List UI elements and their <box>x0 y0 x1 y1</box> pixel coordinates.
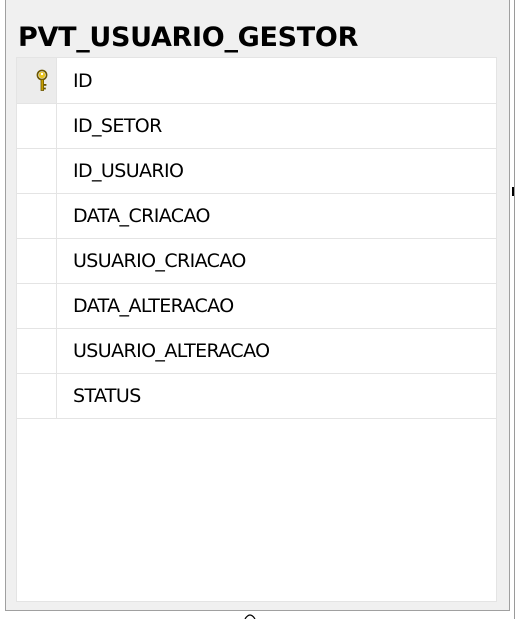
row-selector[interactable] <box>17 149 57 193</box>
column-row-usuario-alteracao[interactable]: USUARIO_ALTERACAO <box>17 329 496 374</box>
column-row-id-usuario[interactable]: ID_USUARIO <box>17 149 496 194</box>
column-name: STATUS <box>73 385 141 407</box>
row-selector[interactable] <box>17 374 57 418</box>
row-selector[interactable] <box>17 239 57 283</box>
column-name: USUARIO_CRIACAO <box>73 250 246 272</box>
row-selector[interactable] <box>17 329 57 373</box>
column-name: DATA_ALTERACAO <box>73 295 234 317</box>
column-row-status[interactable]: STATUS <box>17 374 496 419</box>
entity-bottom-border <box>5 610 510 611</box>
column-name: ID <box>73 69 93 92</box>
table-title: PVT_USUARIO_GESTOR <box>18 22 359 53</box>
row-selector[interactable] <box>17 58 57 103</box>
column-row-id-setor[interactable]: ID_SETOR <box>17 104 496 149</box>
column-name: ID_USUARIO <box>73 160 184 182</box>
column-row-usuario-criacao[interactable]: USUARIO_CRIACAO <box>17 239 496 284</box>
column-grid[interactable]: ID ID_SETOR ID_USUARIO DATA_CRIACAO USUA… <box>16 57 497 602</box>
relationship-endpoint-icon[interactable] <box>244 612 256 619</box>
relationship-connector[interactable] <box>512 187 514 196</box>
row-selector[interactable] <box>17 284 57 328</box>
column-name: DATA_CRIACAO <box>73 205 210 227</box>
column-list: ID ID_SETOR ID_USUARIO DATA_CRIACAO USUA… <box>17 58 496 419</box>
relationship-line[interactable] <box>514 0 515 619</box>
column-name: ID_SETOR <box>73 115 162 137</box>
key-icon <box>36 69 48 91</box>
column-row-data-criacao[interactable]: DATA_CRIACAO <box>17 194 496 239</box>
column-row-data-alteracao[interactable]: DATA_ALTERACAO <box>17 284 496 329</box>
diagram-canvas[interactable]: PVT_USUARIO_GESTOR ID ID_SETOR ID_USUARI… <box>0 0 518 619</box>
row-selector[interactable] <box>17 104 57 148</box>
row-selector[interactable] <box>17 194 57 238</box>
column-name: USUARIO_ALTERACAO <box>73 340 270 362</box>
column-row-id[interactable]: ID <box>17 58 496 104</box>
